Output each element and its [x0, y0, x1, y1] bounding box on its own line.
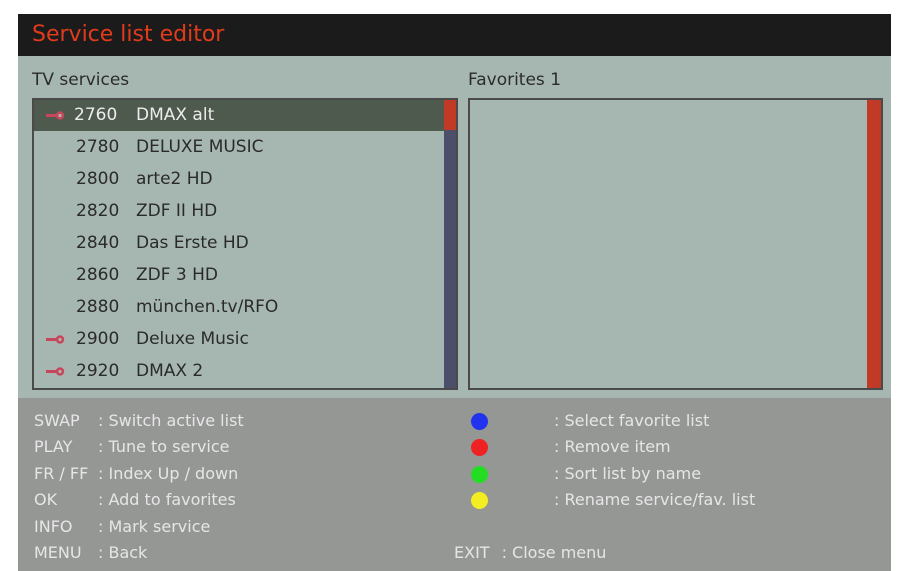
help-color-desc: : Select favorite list — [554, 411, 710, 430]
help-line: OK : Add to favorites — [34, 489, 364, 511]
help-color-desc: : Sort list by name — [554, 463, 702, 483]
service-name: Deluxe Music — [136, 329, 249, 349]
service-name: ZDF II HD — [136, 201, 218, 221]
service-row[interactable]: 2860 ZDF 3 HD — [34, 260, 444, 291]
help-line: MENU : Back — [34, 542, 364, 564]
help-desc: : Tune to service — [98, 437, 230, 457]
service-row[interactable]: 2840 Das Erste HD — [34, 228, 444, 259]
service-row[interactable]: 2760 DMAX alt — [34, 100, 444, 131]
service-number: 2860 — [76, 265, 120, 285]
service-number: 2840 — [76, 233, 120, 253]
help-key: PLAY — [34, 437, 73, 457]
tv-services-scrollbar[interactable] — [444, 100, 456, 388]
service-number: 2780 — [76, 137, 120, 157]
help-color-desc: : Remove item — [554, 437, 671, 457]
service-row[interactable]: 2800 arte2 HD — [34, 164, 444, 195]
help-key: INFO — [34, 516, 73, 536]
tv-services-label: TV services — [32, 70, 130, 90]
green-button-icon — [471, 465, 488, 483]
exit-desc: : Close menu — [501, 543, 607, 562]
tv-services-scroll-thumb[interactable] — [444, 100, 456, 130]
lock-icon — [46, 111, 65, 120]
service-row[interactable]: 2780 DELUXE MUSIC — [34, 132, 444, 163]
service-name: münchen.tv/RFO — [136, 297, 279, 317]
service-name: DMAX alt — [136, 105, 215, 125]
help-desc: : Switch active list — [98, 411, 244, 430]
service-row[interactable]: 2880 münchen.tv/RFO — [34, 292, 444, 323]
service-number: 2880 — [76, 297, 120, 317]
service-number: 2760 — [74, 105, 118, 125]
favorites-list[interactable] — [468, 98, 883, 390]
yellow-button-icon — [471, 492, 488, 510]
editor-main-area: TV services Favorites 1 2760 DMAX alt 2780… — [18, 56, 891, 398]
service-name: DELUXE MUSIC — [136, 137, 264, 157]
help-key: SWAP — [34, 411, 80, 430]
red-button-icon — [471, 439, 488, 457]
service-list-editor-screen: Service list editor TV services Favorite… — [0, 0, 909, 571]
service-row[interactable]: 2820 ZDF II HD — [34, 196, 444, 227]
window-title: Service list editor — [18, 14, 891, 56]
service-number: 2900 — [76, 329, 120, 349]
service-name: ZDF 3 HD — [136, 265, 219, 285]
lock-icon — [46, 367, 65, 376]
service-name: DMAX 2 — [136, 361, 204, 381]
help-desc: : Add to favorites — [98, 490, 236, 510]
favorites-scrollbar[interactable] — [867, 100, 881, 388]
blue-button-icon — [471, 413, 488, 430]
service-name: Das Erste HD — [136, 233, 249, 253]
lock-icon — [46, 335, 65, 344]
service-number: 2920 — [76, 361, 120, 381]
help-color-desc: : Rename service/fav. list — [554, 490, 756, 510]
help-line: INFO : Mark service — [34, 516, 364, 538]
favorites-label: Favorites 1 — [468, 70, 562, 90]
help-desc: : Back — [98, 543, 148, 562]
help-key: FR / FF — [34, 463, 89, 483]
help-line: FR / FF : Index Up / down — [34, 463, 364, 485]
exit-key: EXIT — [454, 543, 490, 562]
help-panel: SWAP : Switch active list PLAY : Tune to se… — [18, 398, 891, 571]
service-name: arte2 HD — [136, 169, 213, 189]
help-line: PLAY : Tune to service — [34, 436, 364, 458]
service-row[interactable]: 2920 DMAX 2 — [34, 356, 444, 387]
help-desc: : Mark service — [98, 516, 211, 536]
help-exit: EXIT : Close menu — [454, 542, 606, 564]
help-key: OK — [34, 490, 58, 510]
service-row[interactable]: 2900 Deluxe Music — [34, 324, 444, 355]
service-number: 2820 — [76, 201, 120, 221]
help-line: SWAP : Switch active list — [34, 410, 364, 432]
help-desc: : Index Up / down — [98, 463, 239, 483]
tv-services-list[interactable]: 2760 DMAX alt 2780 DELUXE MUSIC 2800 arte2 HD… — [32, 98, 458, 390]
help-key: MENU — [34, 543, 82, 562]
service-number: 2800 — [76, 169, 120, 189]
